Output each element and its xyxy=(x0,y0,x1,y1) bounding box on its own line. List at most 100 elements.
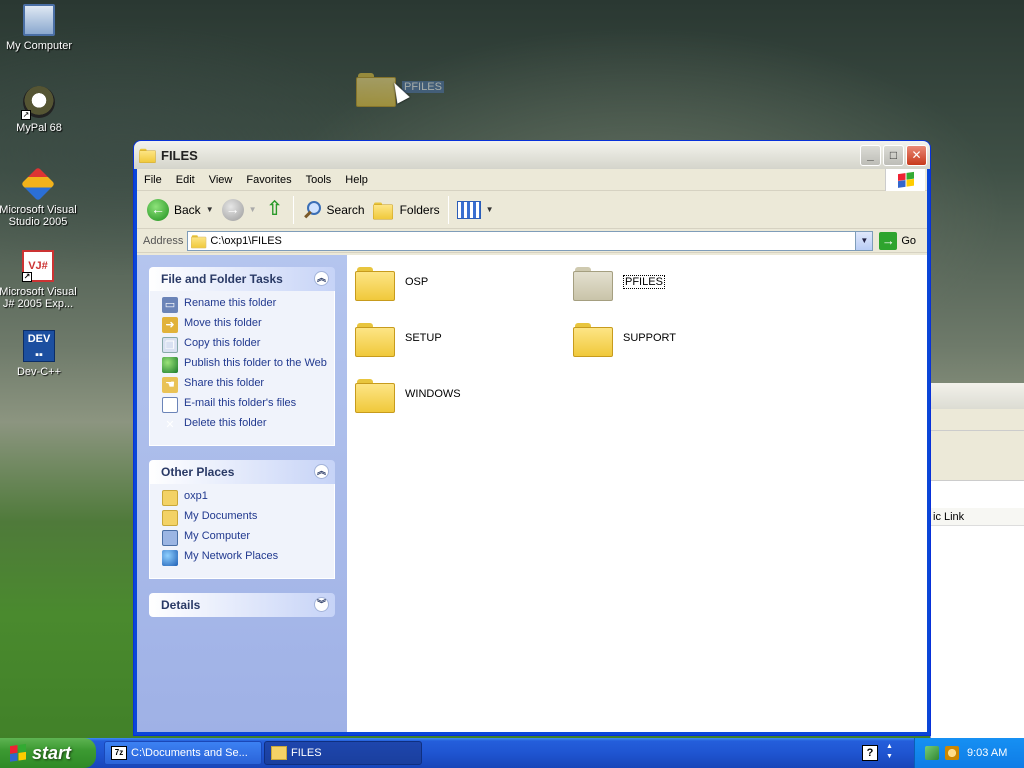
forward-button[interactable]: → ▼ xyxy=(218,195,261,225)
task-copy-folder[interactable]: ❐ Copy this folder xyxy=(162,337,334,353)
menu-tools[interactable]: Tools xyxy=(299,169,339,191)
desktop-icon-label: Microsoft Visual Studio 2005 xyxy=(0,204,77,228)
search-tray-icon[interactable] xyxy=(945,746,959,760)
taskbar-button-label: FILES xyxy=(291,747,322,759)
place-oxp1[interactable]: oxp1 xyxy=(162,490,334,506)
go-label: Go xyxy=(901,234,917,247)
file-folder-tasks-panel: File and Folder Tasks ︽ ▭ Rename this fol… xyxy=(149,267,335,446)
forward-dropdown-icon[interactable]: ▼ xyxy=(249,205,257,214)
folder-item-pfiles[interactable]: PFILES xyxy=(573,265,665,301)
panel-header[interactable]: Details ︾ xyxy=(149,593,335,617)
start-button[interactable]: start xyxy=(0,738,96,768)
address-value: C:\oxp1\FILES xyxy=(210,234,282,247)
menu-view[interactable]: View xyxy=(202,169,240,191)
folder-icon xyxy=(355,265,395,301)
windows-flag-icon xyxy=(898,171,914,189)
task-label: E-mail this folder's files xyxy=(184,397,297,409)
background-window-menubar xyxy=(931,409,1024,431)
task-delete-folder[interactable]: ✕ Delete this folder xyxy=(162,417,334,433)
background-window-toolbar xyxy=(931,431,1024,481)
menu-edit[interactable]: Edit xyxy=(169,169,202,191)
folder-label: OSP xyxy=(405,276,429,288)
visual-studio-icon xyxy=(21,167,55,201)
background-window[interactable]: ic Link xyxy=(930,383,1024,743)
menu-favorites[interactable]: Favorites xyxy=(239,169,298,191)
clock[interactable]: 9:03 AM xyxy=(967,747,1007,759)
copy-icon: ❐ xyxy=(162,337,178,353)
views-button[interactable]: ▼ xyxy=(453,195,498,225)
mypal-icon: ↗ xyxy=(21,86,55,120)
desktop-icon-label: My Computer xyxy=(5,40,73,52)
place-network-places[interactable]: My Network Places xyxy=(162,550,334,566)
task-label: Share this folder xyxy=(184,377,265,389)
task-move-folder[interactable]: ➜ Move this folder xyxy=(162,317,334,333)
desktop-icon-visual-jsharp[interactable]: VJ# ↗ Microsoft Visual J# 2005 Exp... xyxy=(0,250,78,310)
desktop-icon-mypal[interactable]: ↗ MyPal 68 xyxy=(0,86,79,134)
search-label: Search xyxy=(326,202,365,217)
folders-label: Folders xyxy=(399,202,440,217)
folder-label: WINDOWS xyxy=(405,388,461,400)
address-dropdown-icon[interactable]: ▼ xyxy=(855,231,873,250)
place-my-documents[interactable]: My Documents xyxy=(162,510,334,526)
details-panel: Details ︾ xyxy=(149,593,335,617)
back-button[interactable]: ← Back ▼ xyxy=(143,195,218,225)
place-my-computer[interactable]: My Computer xyxy=(162,530,334,546)
publish-web-icon xyxy=(162,357,178,373)
background-window-column-header[interactable]: ic Link xyxy=(931,508,1024,526)
search-button[interactable]: Search xyxy=(298,195,369,225)
drag-ghost-label: PFILES xyxy=(402,81,444,93)
task-email-files[interactable]: ✉ E-mail this folder's files xyxy=(162,397,334,413)
task-rename-folder[interactable]: ▭ Rename this folder xyxy=(162,297,334,313)
folder-icon xyxy=(162,490,178,506)
folder-item-setup[interactable]: SETUP xyxy=(355,321,442,357)
minimize-button[interactable]: _ xyxy=(860,144,881,166)
desktop-icon-visual-studio[interactable]: Microsoft Visual Studio 2005 xyxy=(0,167,78,228)
task-publish-web[interactable]: Publish this folder to the Web xyxy=(162,357,334,373)
address-input[interactable]: C:\oxp1\FILES ▼ xyxy=(187,230,874,251)
go-button[interactable]: → Go xyxy=(879,231,917,250)
rename-icon: ▭ xyxy=(162,297,178,313)
help-icon[interactable]: ? xyxy=(862,745,878,761)
desktop-icon-label: Dev-C++ xyxy=(16,366,62,378)
panel-header[interactable]: File and Folder Tasks ︽ xyxy=(149,267,335,291)
taskbar-button-cmd[interactable]: 7z C:\Documents and Se... xyxy=(104,741,262,765)
forward-arrow-icon: → xyxy=(221,198,244,221)
taskbar-scroll-arrows[interactable]: ▲ ▼ xyxy=(886,742,893,762)
desktop-icon-my-computer[interactable]: My Computer xyxy=(0,4,79,52)
folder-item-windows[interactable]: WINDOWS xyxy=(355,377,461,413)
collapse-chevron-icon[interactable]: ︽ xyxy=(314,271,329,286)
shortcut-arrow-icon: ↗ xyxy=(22,272,32,282)
windows-logo xyxy=(885,169,925,191)
folder-label: SUPPORT xyxy=(623,332,676,344)
folder-item-osp[interactable]: OSP xyxy=(355,265,429,301)
address-bar: Address C:\oxp1\FILES ▼ → Go xyxy=(137,229,927,253)
address-label: Address xyxy=(143,234,184,247)
menu-help[interactable]: Help xyxy=(338,169,375,191)
window-titlebar[interactable]: FILES _ □ ✕ xyxy=(134,141,930,169)
folders-icon xyxy=(372,201,393,219)
my-documents-icon xyxy=(162,510,178,526)
task-share-folder[interactable]: ☚ Share this folder xyxy=(162,377,334,393)
place-label: My Computer xyxy=(184,530,251,542)
background-window-titlebar[interactable] xyxy=(931,383,1024,409)
folder-icon xyxy=(139,148,156,163)
back-dropdown-icon[interactable]: ▼ xyxy=(206,205,214,214)
taskbar-button-files[interactable]: FILES xyxy=(264,741,422,765)
collapse-chevron-icon[interactable]: ︽ xyxy=(314,464,329,479)
file-list-view[interactable]: OSP PFILES SETUP SUPPORT WINDOWS xyxy=(347,255,927,732)
up-folder-icon: ⇧ xyxy=(266,197,283,220)
visual-jsharp-icon: VJ# ↗ xyxy=(22,250,54,282)
folder-item-support[interactable]: SUPPORT xyxy=(573,321,676,357)
menu-file[interactable]: File xyxy=(137,169,169,191)
up-button[interactable]: ⇧ xyxy=(261,195,289,225)
maximize-button[interactable]: □ xyxy=(883,144,904,166)
network-tray-icon[interactable] xyxy=(925,746,939,760)
desktop-icon-dev-cpp[interactable]: DEV ▪▪ Dev-C++ xyxy=(0,330,79,378)
back-arrow-icon: ← xyxy=(147,198,169,221)
expand-chevron-icon[interactable]: ︾ xyxy=(314,597,329,612)
folders-button[interactable]: Folders xyxy=(369,195,444,225)
move-icon: ➜ xyxy=(162,317,178,333)
panel-header[interactable]: Other Places ︽ xyxy=(149,460,335,484)
close-button[interactable]: ✕ xyxy=(906,144,927,166)
taskbar-button-label: C:\Documents and Se... xyxy=(131,747,248,759)
